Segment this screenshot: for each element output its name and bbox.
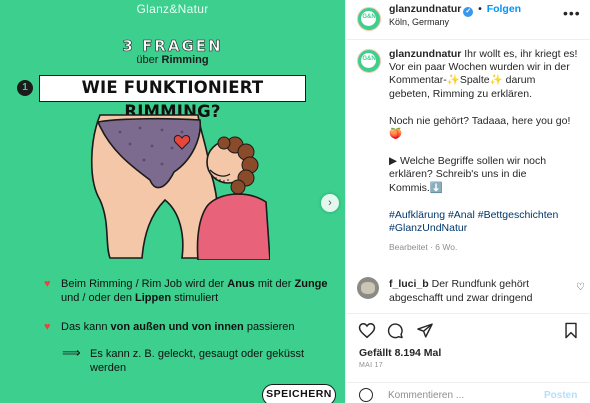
avatar[interactable] [357, 277, 379, 299]
comment-username[interactable]: f_luci_b [389, 278, 429, 290]
post-comment-button[interactable]: Posten [544, 390, 577, 401]
hashtag-link[interactable]: #GlanzUndNatur [389, 222, 467, 234]
emoji-icon[interactable] [359, 388, 373, 402]
like-icon[interactable] [358, 322, 376, 339]
caption-spacer: ⠀ [389, 143, 395, 153]
post-date[interactable]: MAI 17 [359, 362, 383, 369]
caption-spacer: ⠀ [389, 196, 395, 206]
bullet-text: Das kann von außen und von innen passier… [61, 321, 295, 333]
location-link[interactable]: Köln, Germany [389, 17, 449, 27]
bullet-text: Es kann z. B. geleckt, gesaugt oder gekü… [90, 348, 305, 374]
chevron-right-icon: › [328, 197, 332, 209]
hashtag-link[interactable]: #Bettgeschichten [478, 209, 559, 221]
kicker-title: 3 FRAGEN [122, 37, 223, 56]
caption-username[interactable]: glanzundnatur [389, 48, 461, 60]
verified-icon: ✓ [463, 7, 474, 17]
carousel-next-button[interactable]: › [321, 194, 339, 212]
separator-dot: • [478, 4, 482, 15]
bullet-methods: ⟹ Es kann z. B. geleckt, gesaugt oder ge… [62, 345, 332, 375]
avatar[interactable]: G&N [357, 7, 381, 31]
comment-icon[interactable] [386, 322, 404, 339]
heart-icon: ♥ [44, 321, 51, 333]
caption-spacer: ⠀ [389, 102, 395, 112]
comment-item: f_luci_b Der Rundfunk gehört abgeschafft… [357, 277, 585, 305]
save-pill-label: SPEICHERN [262, 384, 336, 403]
bullet-text: Beim Rimming / Rim Job wird der Anus mit… [61, 278, 328, 304]
like-count[interactable]: Gefällt 8.194 Mal [359, 347, 441, 359]
bullet-inside-outside: ♥ Das kann von außen und von innen passi… [44, 320, 329, 334]
question-number-badge: 1 [17, 80, 33, 96]
kicker-sub-topic: Rimming [161, 54, 209, 66]
comment-bar: Posten [346, 382, 590, 403]
caption: G&N glanzundnatur Ihr wollt es, ihr krie… [346, 40, 590, 265]
hashtag-list: #Aufklärung #Anal #Bettgeschichten #Glan… [389, 209, 579, 235]
header-username[interactable]: glanzundnatur [389, 3, 461, 15]
post-sidebar: G&N glanzundnatur ✓ • Folgen Köln, German… [345, 0, 590, 403]
follow-button[interactable]: Folgen [487, 3, 521, 15]
avatar[interactable]: G&N [357, 49, 381, 73]
comment-like-icon[interactable]: ♡ [576, 282, 585, 293]
caption-paragraph: Noch nie gehört? Tadaaa, here you go! 🍑 [389, 114, 571, 141]
kicker-sub-prefix: über [136, 54, 159, 66]
share-icon[interactable] [416, 322, 434, 339]
caption-meta: Bearbeitet · 6 Wo. [389, 242, 458, 253]
illustration [90, 114, 270, 260]
more-options-icon[interactable]: ••• [563, 5, 581, 21]
comment-body: f_luci_b Der Rundfunk gehört abgeschafft… [389, 277, 585, 305]
header-user-line: glanzundnatur ✓ • Folgen [389, 3, 521, 17]
bullet-anus: ♥ Beim Rimming / Rim Job wird der Anus m… [44, 277, 329, 305]
post-image[interactable]: Glanz&Natur 3 FRAGEN über Rimming 1 WIE … [0, 0, 345, 403]
post-header: G&N glanzundnatur ✓ • Folgen Köln, German… [346, 0, 590, 40]
brand-logo: Glanz&Natur [136, 2, 209, 16]
hashtag-link[interactable]: #Aufklärung [389, 209, 445, 221]
hashtag-link[interactable]: #Anal [448, 209, 475, 221]
caption-body: glanzundnatur Ihr wollt es, ihr kriegt e… [389, 48, 579, 254]
question-heading: WIE FUNKTIONIERT RIMMING? [39, 75, 306, 121]
caption-paragraph: glanzundnatur Ihr wollt es, ihr kriegt e… [389, 48, 578, 100]
caption-paragraph: ▶ Welche Begriffe sollen wir noch erklär… [389, 155, 547, 194]
bookmark-icon[interactable] [563, 322, 579, 339]
kicker-subtitle: über Rimming [0, 54, 345, 66]
heart-icon: ♥ [44, 278, 51, 290]
comment-input[interactable] [388, 390, 538, 401]
arrow-right-icon: ⟹ [62, 345, 81, 360]
